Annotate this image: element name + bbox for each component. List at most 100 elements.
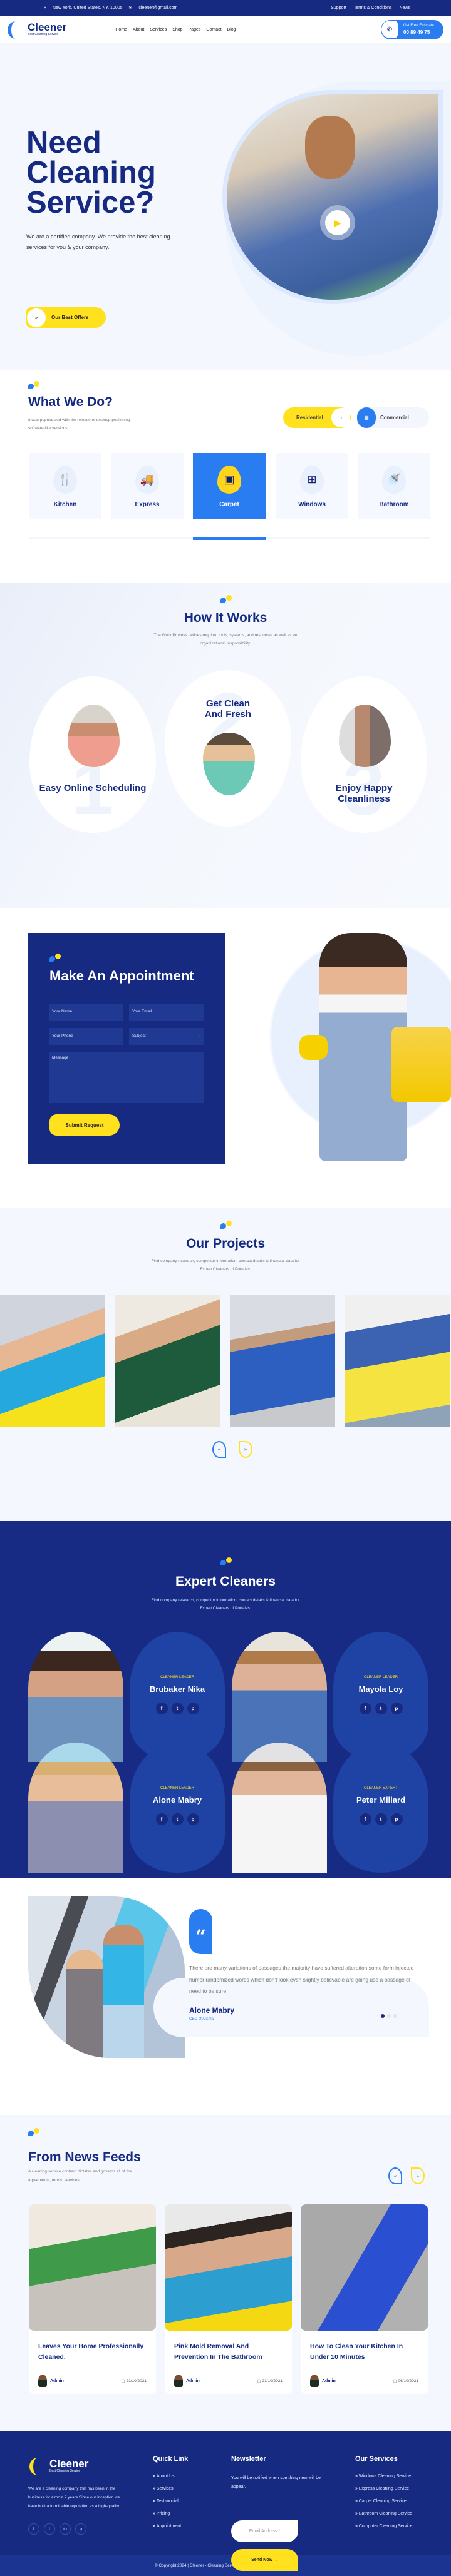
pinterest-icon[interactable]: p [390,1703,403,1714]
play-video-button[interactable]: ▶ [325,210,350,235]
facebook-icon[interactable]: f [359,1703,371,1714]
footer-link[interactable]: Appointment [153,2524,188,2528]
facebook-icon[interactable]: f [359,1813,371,1825]
facebook-icon[interactable]: f [155,1703,168,1714]
news-section: From News Feeds A cleaning service contr… [0,2115,451,2431]
location-icon: ⌖ [44,6,46,10]
section-title: From News Feeds [28,2150,141,2164]
project-image[interactable] [230,1295,335,1427]
testimonial-image [28,1896,185,2058]
slide-dot[interactable] [393,2014,397,2018]
footer-link[interactable]: About Us [153,2474,188,2478]
newsletter-email-input[interactable]: Email Address * [231,2520,298,2542]
next-arrow-button[interactable]: » [411,2167,425,2184]
pinterest-icon[interactable]: p [187,1703,199,1714]
news-card[interactable]: Leaves Your Home Professionally Cleaned.… [29,2204,156,2394]
logo[interactable]: Cleener Best Cleaning Service [6,19,66,40]
nav-contact[interactable]: Contact [206,28,221,32]
facebook-icon[interactable]: f [155,1813,168,1825]
service-windows[interactable]: ⊞ Windows [276,453,348,519]
tab-residential[interactable]: Residential ⌂ [283,407,351,428]
subject-select[interactable]: Subject ⌄ [129,1028,204,1045]
nav-pages[interactable]: Pages [189,28,201,32]
footer-link[interactable]: Computer Cleaning Service [355,2524,413,2528]
tab-commercial[interactable]: ▦ Commercial [357,407,429,428]
slider-dots[interactable] [381,2014,397,2018]
slide-dot[interactable] [387,2014,391,2018]
nav-home[interactable]: Home [115,28,127,32]
testimonial-author: Alone Mabry [189,2006,235,2015]
post-image [29,2204,156,2331]
twitter-icon[interactable]: t [375,1813,387,1825]
news-card[interactable]: How To Clean Your Kitchen In Under 10 Mi… [301,2204,428,2394]
support-link[interactable]: Support [331,6,346,10]
how-it-works-section: How It Works The Work Process defines re… [0,583,451,908]
slider-progress[interactable] [29,537,430,540]
carpet-icon: ▣ [217,466,241,494]
section-title: Expert Cleaners [175,1574,276,1589]
service-bathroom[interactable]: 🚿 Bathroom [358,453,430,519]
logo-icon [6,19,25,40]
footer-logo[interactable]: Cleener Best Cleaning Service [28,2455,88,2477]
nav-services[interactable]: Services [150,28,167,32]
email-input[interactable]: Your Email [129,1004,204,1021]
post-title[interactable]: How To Clean Your Kitchen In Under 10 Mi… [301,2331,428,2375]
twitter-icon[interactable]: t [375,1703,387,1714]
service-carpet[interactable]: ▣ Carpet [193,453,266,519]
next-arrow-button[interactable]: » [239,1441,252,1458]
nav-blog[interactable]: Blog [227,28,236,32]
header: Cleener Best Cleaning Service Home About Se… [0,16,451,43]
footer-link[interactable]: Carpet Cleaning Service [355,2499,412,2503]
nav-about[interactable]: About [133,28,144,32]
footer-link[interactable]: Bathroom Cleaning Service [355,2512,412,2516]
pinterest-icon[interactable]: p [187,1813,199,1825]
pinterest-icon[interactable]: p [390,1813,403,1825]
twitter-icon[interactable]: t [171,1703,184,1714]
footer-link[interactable]: Pricing [153,2512,188,2516]
message-textarea[interactable]: Message [49,1052,204,1103]
facebook-icon[interactable]: f [28,2523,39,2535]
phone-input[interactable]: Your Phone [49,1028,123,1045]
terms-link[interactable]: Terms & Conditions [354,6,392,10]
post-title[interactable]: Pink Mold Removal And Prevention In The … [165,2331,292,2375]
name-input[interactable]: Your Name [49,1004,123,1021]
cleaner-woman-image [269,933,451,1164]
best-offers-button[interactable]: » Our Best Offers [26,307,106,328]
twitter-icon[interactable]: t [44,2523,55,2535]
footer-link[interactable]: Windows Cleaning Service [355,2474,412,2478]
top-bar: ⌖ New York, United States, NY, 10005 ✉ clee… [0,0,451,16]
hero-image: ▶ [222,90,443,304]
dots-icon [220,595,232,604]
house-icon: ⌂ [331,408,350,427]
section-title: How It Works [184,611,267,625]
email-link[interactable]: cleener@gmail.com [138,6,177,10]
send-now-button[interactable]: Send Now → [231,2549,298,2571]
prev-arrow-button[interactable]: « [388,2167,402,2184]
service-kitchen[interactable]: 🍴 Kitchen [29,453,101,519]
project-image[interactable] [0,1295,105,1427]
phone-icon: ✆ [381,21,398,38]
member-photo [232,1743,327,1873]
estimate-label: Get Free Estimate [403,24,434,28]
service-express[interactable]: 🚚 Express [111,453,184,519]
dots-icon [28,381,39,390]
pinterest-icon[interactable]: p [75,2523,86,2535]
nav-shop[interactable]: Shop [172,28,182,32]
news-card[interactable]: Pink Mold Removal And Prevention In The … [165,2204,292,2394]
section-title: Our Projects [185,1236,266,1251]
submit-request-button[interactable]: Submit Request [49,1114,120,1136]
twitter-icon[interactable]: t [171,1813,184,1825]
post-title[interactable]: Leaves Your Home Professionally Cleaned. [29,2331,156,2375]
slide-dot[interactable] [381,2014,385,2018]
news-link[interactable]: News [399,6,410,10]
linkedin-icon[interactable]: in [60,2523,71,2535]
footer-link[interactable]: Express Cleaning Service [355,2487,412,2491]
copyright: © Copyright 2024 | Cleener - Cleaning Se… [0,2555,451,2576]
expert-cleaners-section: Expert Cleaners Find company research, c… [0,1521,451,1878]
project-image[interactable] [345,1295,450,1427]
footer-link[interactable]: Services [153,2487,188,2491]
footer-link[interactable]: Testimonial [153,2499,188,2503]
prev-arrow-button[interactable]: « [212,1441,226,1458]
free-estimate-button[interactable]: ✆ Get Free Estimate 00 89 49 75 [381,19,443,39]
project-image[interactable] [115,1295,220,1427]
